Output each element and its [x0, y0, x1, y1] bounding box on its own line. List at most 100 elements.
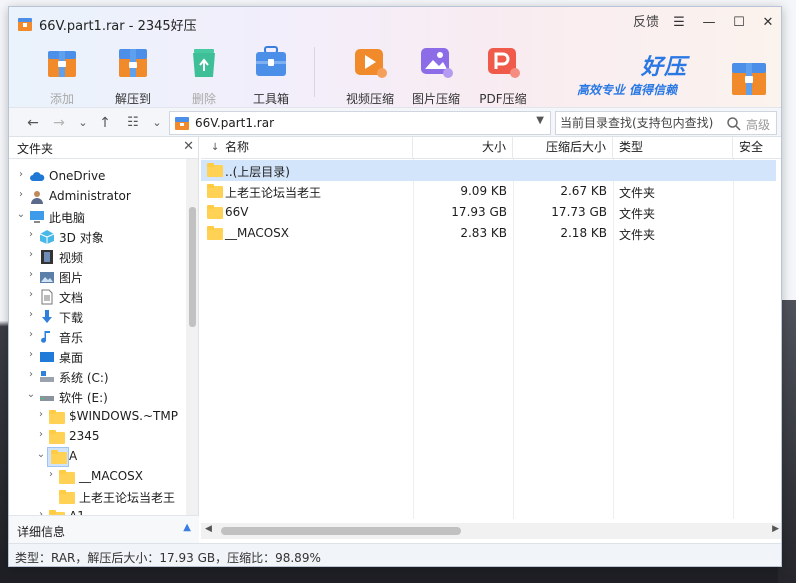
tree-item-label: 桌面 [59, 351, 84, 365]
column-name[interactable]: ↓ 名称 [201, 137, 413, 159]
path-field[interactable]: 66V.part1.rar ▼ [169, 111, 551, 135]
column-size[interactable]: 大小 [413, 137, 513, 159]
folder-icon [59, 470, 75, 484]
tree-item-label: 文档 [59, 291, 84, 305]
up-arrow-icon[interactable]: ↑ [95, 113, 115, 133]
file-size: 9.09 KB [460, 184, 507, 198]
table-row[interactable]: 上老王论坛当老王 9.09 KB 2.67 KB 文件夹 [201, 181, 776, 202]
folder-icon [49, 430, 65, 444]
expand-up-icon[interactable]: ▲ [183, 522, 191, 533]
back-arrow-icon[interactable]: ← [23, 113, 43, 133]
expand-icon[interactable]: › [35, 409, 47, 420]
folder-icon [207, 205, 223, 219]
extract-label: 解压到 [114, 92, 151, 106]
detail-info-bar[interactable]: 详细信息 ▲ [9, 515, 199, 543]
column-security[interactable]: 安全 [733, 137, 781, 159]
status-bar: 类型：RAR，解压后大小：17.93 GB，压缩比：98.89% [9, 543, 781, 566]
expand-icon[interactable]: › [25, 329, 37, 340]
search-box: 高级 [555, 111, 777, 135]
brand-slogan: 高效专业 值得信赖 [577, 83, 678, 97]
recycle-bin-icon [193, 49, 215, 77]
column-compressed-size[interactable]: 压缩后大小 [513, 137, 613, 159]
table-row[interactable]: ..(上层目录) [201, 160, 776, 181]
expand-icon[interactable]: › [25, 269, 37, 280]
path-dropdown-icon[interactable]: ▼ [536, 115, 544, 126]
tree-scrollbar[interactable] [186, 159, 198, 515]
pdf-compress-button[interactable]: PDF压缩 [472, 39, 534, 106]
collapse-icon[interactable]: ⌄ [15, 209, 27, 220]
file-compressed-size: 2.67 KB [560, 184, 607, 198]
horizontal-scrollbar-thumb[interactable] [221, 527, 461, 535]
desktop-icon [40, 352, 54, 362]
collapse-icon[interactable]: ⌄ [35, 449, 47, 460]
close-panel-icon[interactable]: ✕ [183, 139, 194, 154]
tree-item-label: __MACOSX [79, 469, 144, 483]
scroll-left-icon[interactable]: ◀ [205, 524, 212, 534]
status-text: 类型：RAR，解压后大小：17.93 GB，压缩比：98.89% [15, 551, 321, 565]
toolbox-button[interactable]: 工具箱 [240, 39, 302, 106]
search-input[interactable] [560, 115, 720, 131]
expand-icon[interactable]: › [45, 469, 57, 480]
image-compress-button[interactable]: 图片压缩 [405, 39, 467, 106]
brand-name: 好压 [641, 55, 688, 80]
scroll-right-icon[interactable]: ▶ [772, 524, 779, 534]
view-mode-icon[interactable]: ☷ [123, 113, 143, 133]
tree-item-label: A [69, 449, 78, 463]
minimize-icon[interactable]: — [695, 11, 723, 35]
menu-icon[interactable]: ☰ [665, 11, 693, 35]
column-type[interactable]: 类型 [613, 137, 733, 159]
drive-icon [40, 371, 54, 382]
download-icon [42, 310, 52, 323]
expand-icon[interactable]: › [15, 189, 27, 200]
user-icon [31, 191, 43, 204]
expand-icon[interactable]: › [25, 289, 37, 300]
add-button[interactable]: 添加 [31, 39, 93, 106]
cube-icon [39, 230, 55, 244]
pdf-icon [488, 48, 520, 78]
title-bar: 66V.part1.rar - 2345好压 反馈 ☰ — ☐ ✕ [9, 7, 781, 39]
folder-icon [207, 226, 223, 240]
maximize-icon[interactable]: ☐ [725, 11, 753, 35]
forward-arrow-icon[interactable]: → [49, 113, 69, 133]
expand-icon[interactable]: › [25, 349, 37, 360]
expand-icon[interactable]: › [25, 309, 37, 320]
expand-icon[interactable]: › [25, 369, 37, 380]
folder-icon [49, 410, 65, 424]
cloud-icon [30, 172, 45, 181]
brand-logo-icon [732, 63, 766, 95]
expand-icon[interactable]: › [35, 429, 47, 440]
tree-item-label: $WINDOWS.~TMP [69, 409, 178, 423]
video-compress-button[interactable]: 视频压缩 [339, 39, 401, 106]
history-dropdown-icon[interactable]: ⌄ [73, 113, 93, 133]
table-row[interactable]: 66V 17.93 GB 17.73 GB 文件夹 [201, 202, 776, 223]
folder-icon [59, 490, 75, 504]
extract-button[interactable]: 解压到 [102, 39, 164, 106]
path-text: 66V.part1.rar [195, 116, 275, 130]
tree-item-label: 上老王论坛当老王 [79, 491, 176, 505]
collapse-icon[interactable]: ⌄ [25, 389, 37, 400]
table-row[interactable]: __MACOSX 2.83 KB 2.18 KB 文件夹 [201, 223, 776, 244]
feedback-button[interactable]: 反馈 [629, 11, 663, 35]
expand-icon[interactable]: › [25, 249, 37, 260]
toolbox-label: 工具箱 [252, 92, 289, 106]
tree-item-label: 此电脑 [49, 211, 86, 225]
delete-button[interactable]: 删除 [173, 39, 235, 106]
search-icon[interactable] [726, 116, 742, 132]
advanced-search-button[interactable]: 高级 [746, 116, 770, 133]
horizontal-scrollbar[interactable]: ◀ ▶ [201, 523, 781, 539]
folder-tree-title: 文件夹 [17, 142, 54, 156]
computer-icon [30, 211, 44, 223]
toolbar-separator [314, 47, 315, 97]
folder-icon [51, 450, 67, 464]
pdf-compress-label: PDF压缩 [479, 92, 527, 106]
music-icon [41, 331, 50, 343]
expand-icon[interactable]: › [25, 229, 37, 240]
file-compressed-size: 17.73 GB [551, 205, 607, 219]
video-compress-label: 视频压缩 [345, 92, 394, 106]
expand-icon[interactable]: › [15, 169, 27, 180]
tree-item-label: 下载 [59, 311, 84, 325]
tree-scrollbar-thumb[interactable] [189, 207, 196, 327]
close-icon[interactable]: ✕ [754, 11, 781, 35]
view-dropdown-icon[interactable]: ⌄ [147, 113, 167, 133]
drive-icon [40, 396, 54, 401]
